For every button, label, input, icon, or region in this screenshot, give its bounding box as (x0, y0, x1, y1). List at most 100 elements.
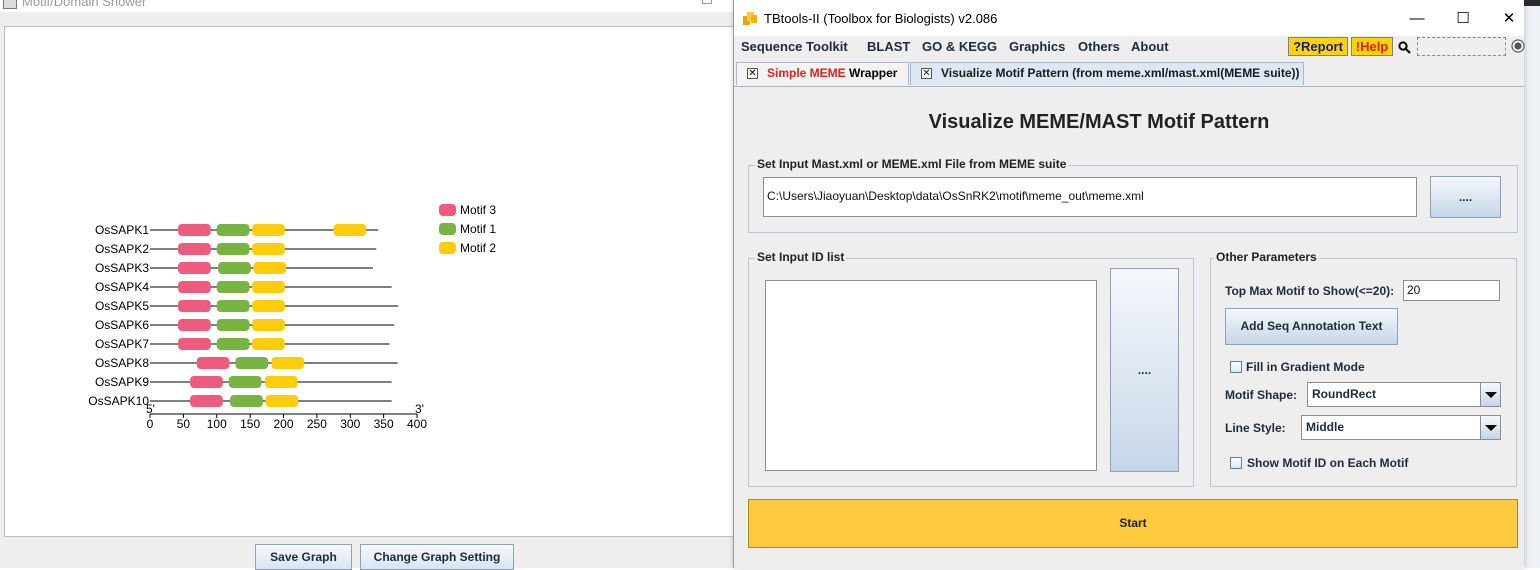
motif-box (228, 376, 262, 388)
input-file-path-field[interactable]: C:\Users\Jiaoyuan\Desktop\data\OsSnRK2\m… (763, 177, 1417, 217)
menu-about[interactable]: About (1131, 39, 1169, 54)
tab-close-icon[interactable]: ✕ (921, 68, 932, 79)
legend-swatch (439, 223, 456, 235)
motif-box (252, 243, 285, 255)
x-axis-tick-label: 150 (240, 417, 260, 431)
motif-shape-value: RoundRect (1312, 387, 1376, 401)
x-axis-tick-label: 50 (177, 417, 191, 431)
browse-file-button[interactable]: .... (1430, 176, 1501, 218)
menu-others[interactable]: Others (1078, 39, 1120, 54)
menu-blast[interactable]: BLAST (867, 39, 910, 54)
tab-simple-meme-wrapper[interactable]: ✕ Simple MEME Wrapper (736, 62, 909, 85)
menu-sequence-toolkit[interactable]: Sequence Toolkit (741, 39, 848, 54)
motif-box (271, 357, 305, 369)
motif-box (264, 376, 298, 388)
line-style-select[interactable]: Middle (1301, 415, 1501, 440)
minimize-button[interactable]: — (1394, 6, 1440, 32)
motif-box (178, 300, 211, 312)
tab-visualize-motif-pattern[interactable]: ✕ Visualize Motif Pattern (from meme.xml… (910, 62, 1304, 85)
legend-label: Motif 1 (460, 222, 496, 236)
menu-graphics[interactable]: Graphics (1009, 39, 1065, 54)
motif-box (265, 395, 299, 407)
motif-box (178, 224, 211, 236)
other-parameters-group-label: Other Parameters (1214, 250, 1319, 264)
input-file-group-label: Set Input Mast.xml or MEME.xml File from… (755, 157, 1069, 171)
motif-box (252, 338, 285, 350)
maximize-button[interactable]: ☐ (1440, 6, 1486, 32)
motif-box (252, 281, 285, 293)
sequence-label: OsSAPK6 (95, 318, 149, 332)
tab-row: ✕ Simple MEME Wrapper ✕ Visualize Motif … (734, 60, 1524, 86)
add-seq-annotation-button[interactable]: Add Seq Annotation Text (1225, 308, 1398, 345)
dropdown-arrow-icon[interactable] (1480, 383, 1500, 406)
tbtools-window: TBtools-II (Toolbox for Biologists) v2.0… (734, 0, 1525, 569)
motif-shower-window: Motif/Domain Shower OsSAPK1 OsSAPK2 OsSAPK… (0, 0, 760, 570)
id-list-textarea[interactable] (765, 280, 1097, 471)
motif-pattern-chart: OsSAPK1 OsSAPK2 OsSAPK3 OsSAPK4 OsSAPK5 OsSAP… (88, 203, 496, 431)
maximize-icon[interactable] (702, 0, 712, 4)
show-motif-id-checkbox[interactable] (1230, 457, 1242, 469)
x-axis-tick-label: 250 (307, 417, 327, 431)
menu-go-kegg[interactable]: GO & KEGG (922, 39, 997, 54)
legend-swatch (439, 204, 456, 216)
motif-box (196, 357, 230, 369)
search-icon[interactable] (1398, 41, 1411, 54)
motif-box (190, 395, 223, 407)
motif-box (178, 262, 211, 274)
motif-shape-label: Motif Shape: (1225, 388, 1297, 402)
legend-label: Motif 3 (460, 203, 496, 217)
sequence-label: OsSAPK2 (95, 242, 149, 256)
x-axis-tick-label: 400 (407, 417, 427, 431)
axis-5prime-label: 5' (146, 402, 155, 416)
app-icon (3, 0, 17, 9)
motif-box (178, 338, 211, 350)
save-graph-button[interactable]: Save Graph (255, 544, 352, 570)
id-list-browse-button[interactable]: .... (1110, 268, 1179, 472)
motif-box (333, 224, 367, 236)
show-motif-id-label: Show Motif ID on Each Motif (1247, 456, 1409, 470)
legend-swatch (439, 242, 456, 254)
motif-box (178, 281, 211, 293)
motif-box (216, 243, 250, 255)
sequence-label: OsSAPK9 (95, 375, 149, 389)
motif-box (178, 243, 211, 255)
sequence-label: OsSAPK5 (95, 299, 149, 313)
x-axis-tick-label: 100 (207, 417, 227, 431)
motif-shape-select[interactable]: RoundRect (1307, 382, 1501, 407)
motif-shower-titlebar: Motif/Domain Shower (0, 0, 760, 12)
motif-box (230, 395, 263, 407)
sequence-label: OsSAPK7 (95, 337, 149, 351)
dropdown-arrow-icon[interactable] (1480, 416, 1500, 439)
motif-box (235, 357, 269, 369)
id-list-group-label: Set Input ID list (755, 250, 847, 264)
sequence-label: OsSAPK3 (95, 261, 149, 275)
gradient-mode-checkbox[interactable] (1230, 361, 1242, 373)
start-button[interactable]: Start (748, 499, 1518, 548)
report-button[interactable]: ?Report (1288, 37, 1348, 56)
motif-box (216, 224, 250, 236)
top-max-motif-label: Top Max Motif to Show(<=20): (1225, 284, 1395, 298)
motif-box (252, 224, 285, 236)
x-axis-tick-label: 200 (273, 417, 293, 431)
tbtools-titlebar: TBtools-II (Toolbox for Biologists) v2.0… (734, 0, 1524, 36)
motif-box (190, 376, 223, 388)
top-max-motif-input[interactable]: 20 (1403, 280, 1500, 301)
line-style-value: Middle (1306, 420, 1344, 434)
sequence-label: OsSAPK10 (88, 394, 149, 408)
window-title: TBtools-II (Toolbox for Biologists) v2.0… (764, 11, 998, 26)
motif-box (253, 262, 287, 274)
tbtools-logo-icon (743, 12, 757, 25)
help-button[interactable]: !Help (1351, 37, 1393, 56)
motif-box (216, 281, 250, 293)
tab-close-icon[interactable]: ✕ (747, 68, 758, 79)
motif-box (178, 319, 211, 331)
record-icon[interactable] (1511, 39, 1525, 53)
search-input[interactable] (1417, 37, 1506, 56)
page-title: Visualize MEME/MAST Motif Pattern (928, 111, 1270, 133)
desktop-background (1524, 0, 1540, 568)
line-style-label: Line Style: (1225, 421, 1286, 435)
x-axis-tick-label: 300 (340, 417, 360, 431)
change-graph-setting-button[interactable]: Change Graph Setting (360, 544, 514, 570)
x-axis-tick-label: 0 (147, 417, 154, 431)
close-button[interactable]: ✕ (1486, 6, 1532, 32)
